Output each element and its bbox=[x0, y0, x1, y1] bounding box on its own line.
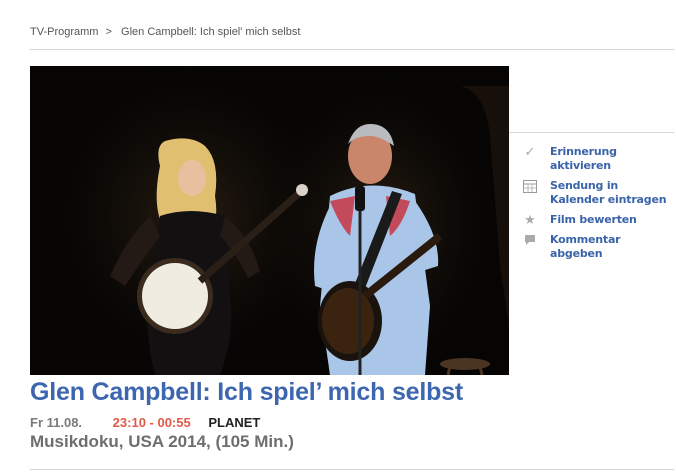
comment-action[interactable]: Kommentar abgeben bbox=[523, 233, 674, 261]
comment-icon bbox=[523, 233, 537, 247]
breadcrumb-tv-programm-link[interactable]: TV-Programm bbox=[30, 26, 98, 38]
broadcast-title: Glen Campbell: Ich spiel’ mich selbst bbox=[30, 378, 464, 406]
calendar-icon bbox=[523, 179, 537, 193]
action-panel: ✓ Erinnerung aktivieren Sendung in Kalen… bbox=[509, 132, 674, 267]
broadcast-genre: Musikdoku, USA 2014, (105 Min.) bbox=[30, 432, 294, 451]
breadcrumb: TV-Programm > Glen Campbell: Ich spiel' … bbox=[30, 26, 674, 50]
reminder-action-label[interactable]: Erinnerung aktivieren bbox=[550, 145, 674, 173]
reminder-action[interactable]: ✓ Erinnerung aktivieren bbox=[523, 145, 674, 173]
breadcrumb-current: Glen Campbell: Ich spiel' mich selbst bbox=[121, 26, 301, 38]
breadcrumb-separator: > bbox=[105, 26, 112, 38]
broadcast-time: 23:10 - 00:55 bbox=[112, 415, 191, 430]
star-icon: ★ bbox=[524, 212, 536, 227]
checkmark-icon: ✓ bbox=[524, 144, 536, 159]
broadcast-channel: PLANET bbox=[208, 415, 261, 430]
rate-action-label[interactable]: Film bewerten bbox=[550, 213, 637, 227]
rate-action[interactable]: ★ Film bewerten bbox=[523, 213, 674, 227]
comment-action-label[interactable]: Kommentar abgeben bbox=[550, 233, 674, 261]
calendar-action-label[interactable]: Sendung in Kalender eintragen bbox=[550, 179, 674, 207]
calendar-action[interactable]: Sendung in Kalender eintragen bbox=[523, 179, 674, 207]
broadcast-meta: Fr 11.08. 23:10 - 00:55 PLANET bbox=[30, 415, 260, 430]
broadcast-date: Fr 11.08. bbox=[30, 415, 83, 430]
hero-image[interactable] bbox=[30, 66, 509, 375]
concert-photo bbox=[30, 66, 509, 375]
divider bbox=[30, 469, 674, 470]
